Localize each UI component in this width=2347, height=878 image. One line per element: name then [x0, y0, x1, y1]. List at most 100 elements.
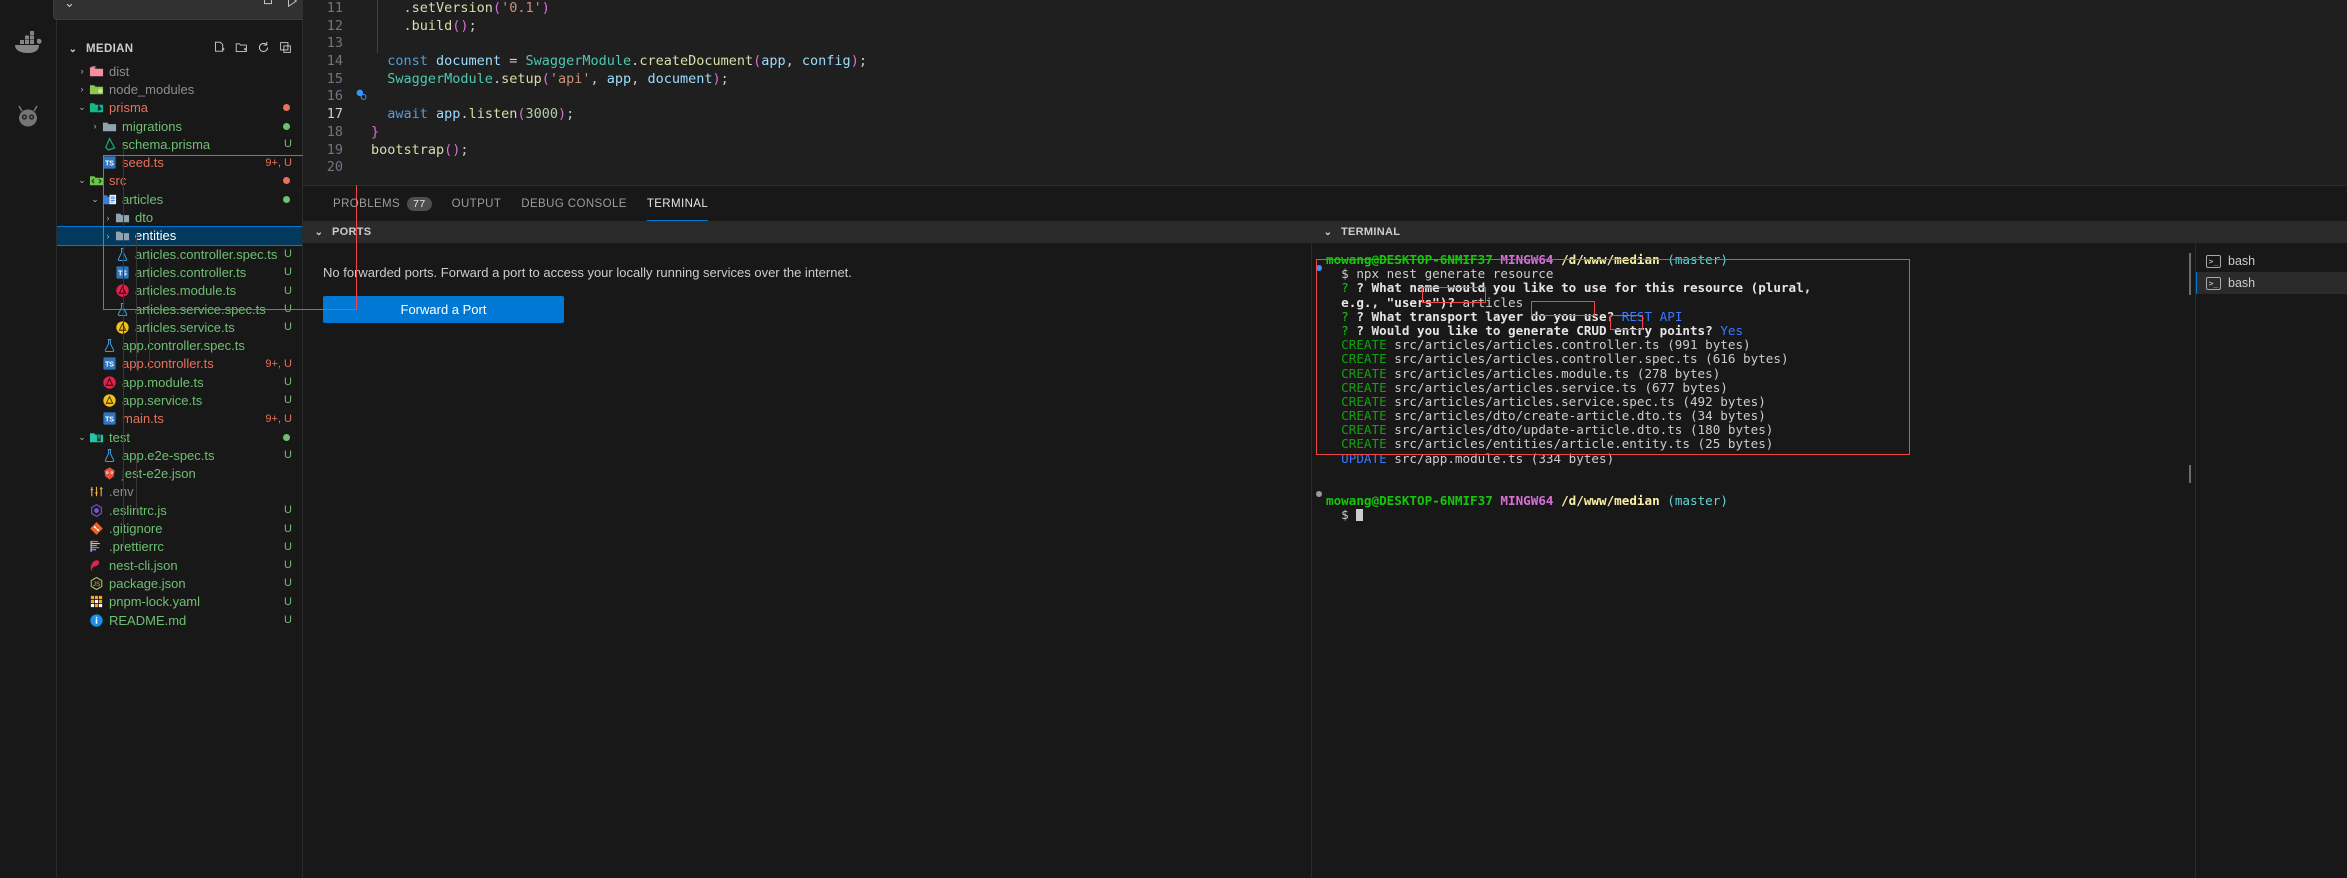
tree-item-test[interactable]: ⌄ test: [57, 428, 302, 446]
tree-item-dto[interactable]: › dto: [57, 208, 302, 226]
code-line[interactable]: 16: [303, 88, 2347, 106]
run-icon[interactable]: [285, 0, 299, 13]
explorer-section-header[interactable]: ⌄ MEDIAN: [57, 36, 302, 62]
tree-item-articles-service-spec-ts[interactable]: articles.service.spec.ts U: [57, 300, 302, 318]
refresh-icon[interactable]: [257, 41, 270, 57]
code-text: const document = SwaggerModule.createDoc…: [387, 53, 867, 70]
tree-item-app-controller-ts[interactable]: TS app.controller.ts 9+, U: [57, 355, 302, 373]
collapse-all-icon[interactable]: [279, 41, 292, 57]
panel-tab-debug-console[interactable]: DEBUG CONSOLE: [511, 186, 637, 221]
ports-pane-title[interactable]: ⌄ PORTS: [303, 221, 1311, 243]
tree-item-src[interactable]: ⌄ src: [57, 172, 302, 190]
nest-cli-file-icon: [88, 558, 105, 573]
tree-item-dist[interactable]: › dist: [57, 62, 302, 80]
panel-tab-terminal[interactable]: TERMINAL: [637, 186, 718, 221]
tree-item-env[interactable]: .env: [57, 483, 302, 501]
code-line[interactable]: 11 .setVersion('0.1'): [303, 0, 2347, 18]
code-editor[interactable]: 11 .setVersion('0.1') 12 .build(); 13 14 co…: [303, 0, 2347, 185]
code-line[interactable]: 19 bootstrap();: [303, 142, 2347, 160]
tree-item-eslintrc-js[interactable]: .eslintrc.js U: [57, 501, 302, 519]
tree-item-pnpm-lock-yaml[interactable]: pnpm-lock.yaml U: [57, 593, 302, 611]
new-file-icon[interactable]: [213, 41, 226, 57]
terminal-file-line: CREATE src/articles/articles.module.ts (…: [1341, 365, 1721, 381]
yaml-file-icon: [88, 594, 105, 609]
prisma-file-icon: [101, 137, 118, 152]
tree-item-articles[interactable]: ⌄ articles: [57, 190, 302, 208]
terminal-command-decoration: [1316, 265, 1322, 271]
terminal-file-line: CREATE src/articles/entities/article.ent…: [1341, 436, 1774, 452]
json-file-icon: JS: [88, 576, 105, 591]
terminal-tab-2[interactable]: >_ bash: [2196, 272, 2347, 294]
tree-item-articles-controller-ts[interactable]: TSarticles.controller.tsU: [57, 263, 302, 281]
ts-file-icon: TS: [101, 411, 118, 426]
forward-a-port-button[interactable]: Forward a Port: [323, 296, 564, 323]
tree-indent-guide: [149, 252, 150, 370]
tree-item-readme-md[interactable]: README.md U: [57, 611, 302, 629]
chevron-down-icon[interactable]: ⌄: [89, 194, 101, 205]
code-line[interactable]: 13: [303, 35, 2347, 53]
file-tree[interactable]: › dist › node_modules ⌄ prisma › migrations sche…: [57, 62, 302, 878]
line-number: 20: [326, 159, 343, 176]
code-line[interactable]: 20: [303, 159, 2347, 177]
tree-item-node-modules[interactable]: › node_modules: [57, 80, 302, 98]
tree-item-schema-prisma[interactable]: schema.prisma U: [57, 135, 302, 153]
ports-title-label: PORTS: [332, 226, 372, 238]
new-folder-icon[interactable]: [235, 41, 248, 57]
code-text: }: [371, 123, 380, 140]
code-line[interactable]: 18}: [303, 124, 2347, 142]
tree-item-app-service-ts[interactable]: app.service.ts U: [57, 391, 302, 409]
code-line[interactable]: 12 .build();: [303, 18, 2347, 36]
terminal-scroll-marker: [2189, 465, 2191, 483]
tree-item-app-controller-spec-ts[interactable]: app.controller.spec.ts: [57, 336, 302, 354]
tree-item-main-ts[interactable]: TS main.ts 9+, U: [57, 410, 302, 428]
svg-text:TS: TS: [105, 417, 114, 424]
code-line[interactable]: 14 const document = SwaggerModule.create…: [303, 53, 2347, 71]
chevron-right-icon[interactable]: ›: [102, 213, 114, 223]
chevron-right-icon[interactable]: ›: [76, 66, 88, 76]
chevron-right-icon[interactable]: ›: [76, 84, 88, 94]
tree-item-package-json[interactable]: JS package.json U: [57, 574, 302, 592]
tree-item-app-e2e-spec-ts[interactable]: app.e2e-spec.ts U: [57, 446, 302, 464]
new-file-icon[interactable]: [261, 0, 275, 13]
docker-icon[interactable]: [11, 26, 45, 60]
tree-item-migrations[interactable]: › migrations: [57, 117, 302, 135]
quick-input-box[interactable]: ⌄: [53, 0, 308, 20]
gitlens-icon[interactable]: [11, 98, 45, 132]
chevron-down-icon[interactable]: ⌄: [76, 432, 88, 443]
code-line[interactable]: 17 await app.listen(3000);: [303, 106, 2347, 124]
tree-item-jest-e2e-json[interactable]: jest-e2e.json: [57, 465, 302, 483]
quick-input-caret: ⌄: [64, 0, 75, 10]
chevron-right-icon[interactable]: ›: [102, 231, 114, 241]
chevron-down-icon[interactable]: ⌄: [311, 227, 327, 238]
tree-item-articles-module-ts[interactable]: articles.module.ts U: [57, 282, 302, 300]
chevron-right-icon[interactable]: ›: [89, 121, 101, 131]
terminal-scrollbar[interactable]: [2189, 253, 2191, 295]
tree-item-articles-controller-spec-ts[interactable]: articles.controller.spec.ts U: [57, 245, 302, 263]
terminal-blank: [1326, 466, 2195, 480]
terminal-tab-list[interactable]: >_ bash >_ bash: [2195, 243, 2347, 878]
terminal-tab-1[interactable]: >_ bash: [2196, 250, 2347, 272]
tree-item-nest-cli-json[interactable]: nest-cli.json U: [57, 556, 302, 574]
chevron-down-icon[interactable]: ⌄: [76, 102, 88, 113]
folder-prisma-icon: [88, 100, 105, 115]
tree-item-label: migrations: [122, 118, 182, 134]
tree-item-label: app.controller.spec.ts: [122, 338, 245, 354]
panel-tab-label: DEBUG CONSOLE: [521, 197, 627, 210]
panel-tab-bar[interactable]: PROBLEMS 77 OUTPUT DEBUG CONSOLE TERMINAL: [303, 186, 2347, 221]
chevron-down-icon[interactable]: ⌄: [76, 175, 88, 186]
tree-item-badge: U: [284, 504, 292, 517]
tree-item-seed-ts[interactable]: TS seed.ts 9+, U: [57, 153, 302, 171]
terminal-pane-title[interactable]: ⌄ TERMINAL: [1312, 221, 2347, 243]
tree-item-app-module-ts[interactable]: app.module.ts U: [57, 373, 302, 391]
tree-item-prisma[interactable]: ⌄ prisma: [57, 99, 302, 117]
panel-tab-problems[interactable]: PROBLEMS 77: [323, 186, 442, 221]
panel-tab-output[interactable]: OUTPUT: [442, 186, 512, 221]
chevron-down-icon[interactable]: ⌄: [65, 44, 81, 55]
tree-item-articles-service-ts[interactable]: articles.service.ts U: [57, 318, 302, 336]
tree-item-entities[interactable]: › entities: [57, 225, 302, 246]
chevron-down-icon[interactable]: ⌄: [1320, 227, 1336, 238]
tree-item-gitignore[interactable]: .gitignore U: [57, 519, 302, 537]
code-line[interactable]: 15 SwaggerModule.setup('api', app, docum…: [303, 71, 2347, 89]
terminal-output[interactable]: mowang@DESKTOP-6NMIF37 MINGW64 /d/www/me…: [1312, 243, 2195, 878]
tree-item-prettierrc[interactable]: .prettierrc U: [57, 538, 302, 556]
